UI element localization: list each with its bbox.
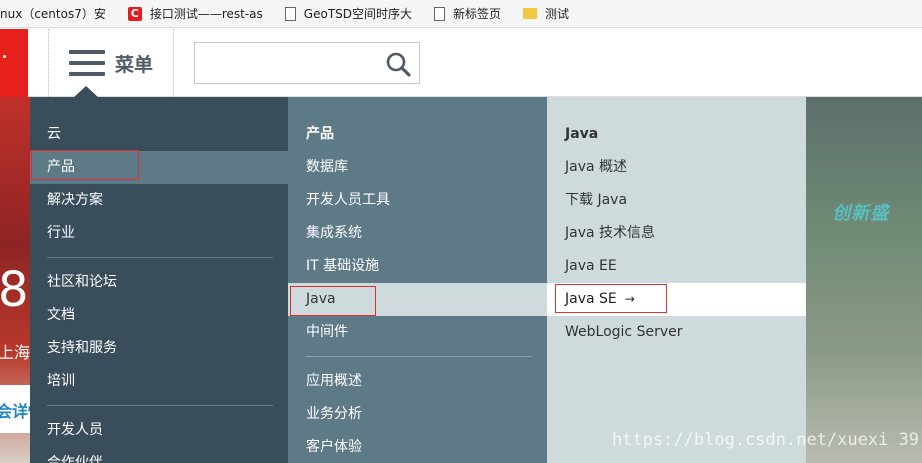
bookmark-label: GeoTSD空间时序大 <box>303 7 413 21</box>
folder-icon <box>523 8 538 19</box>
menu2-item-engineered-systems[interactable]: 集成系统 <box>288 217 547 250</box>
menu2-item-database[interactable]: 数据库 <box>288 151 547 184</box>
menu-level2: 产品 数据库 开发人员工具 集成系统 IT 基础设施 Java 中间件 应用概述… <box>288 97 547 463</box>
menu3-item-download-java[interactable]: 下载 Java <box>547 184 806 217</box>
arrow-right-icon: → <box>624 292 635 306</box>
bookmark-label: 新标签页 <box>453 7 502 21</box>
watermark-text: https://blog.csdn.net/xuexi 39 <box>612 430 920 450</box>
search-icon[interactable] <box>385 51 411 77</box>
site-header: 菜单 <box>0 29 922 98</box>
menu-button[interactable]: 菜单 <box>48 29 174 97</box>
bookmarks-bar: nux（centos7）安 C 接口测试——rest-as GeoTSD空间时序… <box>0 0 922 28</box>
menu3-item-java-overview[interactable]: Java 概述 <box>547 151 806 184</box>
menu3-item-java-ee[interactable]: Java EE <box>547 250 806 283</box>
menu2-divider <box>306 356 532 357</box>
menu2-item-dev-tools[interactable]: 开发人员工具 <box>288 184 547 217</box>
hamburger-icon <box>69 50 105 76</box>
menu2-item-it-infrastructure[interactable]: IT 基础设施 <box>288 250 547 283</box>
bookmark-centos[interactable]: nux（centos7）安 <box>0 5 106 22</box>
menu1-item-developers[interactable]: 开发人员 <box>30 414 288 447</box>
page-icon <box>434 6 446 21</box>
hero-number: 8 <box>0 262 29 318</box>
bookmark-label: nux（centos7）安 <box>0 7 106 21</box>
page-icon <box>284 6 296 21</box>
menu-level3: Java Java 概述 下载 Java Java 技术信息 Java EE J… <box>547 97 806 463</box>
menu2-item-middleware[interactable]: 中间件 <box>288 316 547 349</box>
hero-details-label: 会详情 <box>0 402 30 421</box>
menu2-item-analytics[interactable]: 业务分析 <box>288 398 547 431</box>
menu3-heading[interactable]: Java <box>547 118 806 151</box>
menu1-item-products[interactable]: 产品 <box>30 151 288 184</box>
brand-logo[interactable] <box>0 29 28 97</box>
bookmark-new-tab[interactable]: 新标签页 <box>434 5 501 22</box>
bookmark-label: 测试 <box>545 7 570 21</box>
menu1-item-industries[interactable]: 行业 <box>30 217 288 250</box>
menu3-item-weblogic[interactable]: WebLogic Server <box>547 316 806 349</box>
menu-label: 菜单 <box>115 53 154 76</box>
menu1-item-support[interactable]: 支持和服务 <box>30 332 288 365</box>
menu1-item-community[interactable]: 社区和论坛 <box>30 266 288 299</box>
search-input[interactable] <box>195 43 375 83</box>
menu-level1: 云 产品 解决方案 行业 社区和论坛 文档 支持和服务 培训 开发人员 合作伙伴 <box>30 97 288 463</box>
menu3-item-java-tech-info[interactable]: Java 技术信息 <box>547 217 806 250</box>
bookmark-geotsd[interactable]: GeoTSD空间时序大 <box>284 5 413 22</box>
menu3-item-java-se[interactable]: Java SE → <box>547 283 806 316</box>
bookmark-folder-test[interactable]: 测试 <box>523 5 569 22</box>
menu2-item-java[interactable]: Java <box>288 283 547 316</box>
bookmark-label: 接口测试——rest-as <box>149 7 263 21</box>
hero-banner-right: 创新盛 <box>806 97 922 463</box>
bookmark-rest-api[interactable]: C 接口测试——rest-as <box>127 5 263 22</box>
menu1-item-solutions[interactable]: 解决方案 <box>30 184 288 217</box>
hero-city: 上海 <box>0 343 30 362</box>
red-c-icon: C <box>127 6 142 21</box>
search-box <box>194 42 420 84</box>
logo-mark <box>3 55 6 58</box>
menu1-item-docs[interactable]: 文档 <box>30 299 288 332</box>
menu2-heading[interactable]: 产品 <box>288 118 547 151</box>
menu2-item-applications[interactable]: 应用概述 <box>288 365 547 398</box>
menu3-item-java-se-label: Java SE <box>565 291 617 307</box>
hero-right-text: 创新盛 <box>831 203 893 224</box>
menu1-divider <box>47 257 273 258</box>
menu1-item-partners[interactable]: 合作伙伴 <box>30 447 288 463</box>
menu1-divider <box>47 405 273 406</box>
menu2-item-customer-experience[interactable]: 客户体验 <box>288 431 547 463</box>
menu1-item-cloud[interactable]: 云 <box>30 118 288 151</box>
menu1-item-training[interactable]: 培训 <box>30 365 288 398</box>
hero-banner-left: 8 上海 会详情 <box>0 97 30 463</box>
hero-details-button[interactable]: 会详情 <box>0 385 30 433</box>
